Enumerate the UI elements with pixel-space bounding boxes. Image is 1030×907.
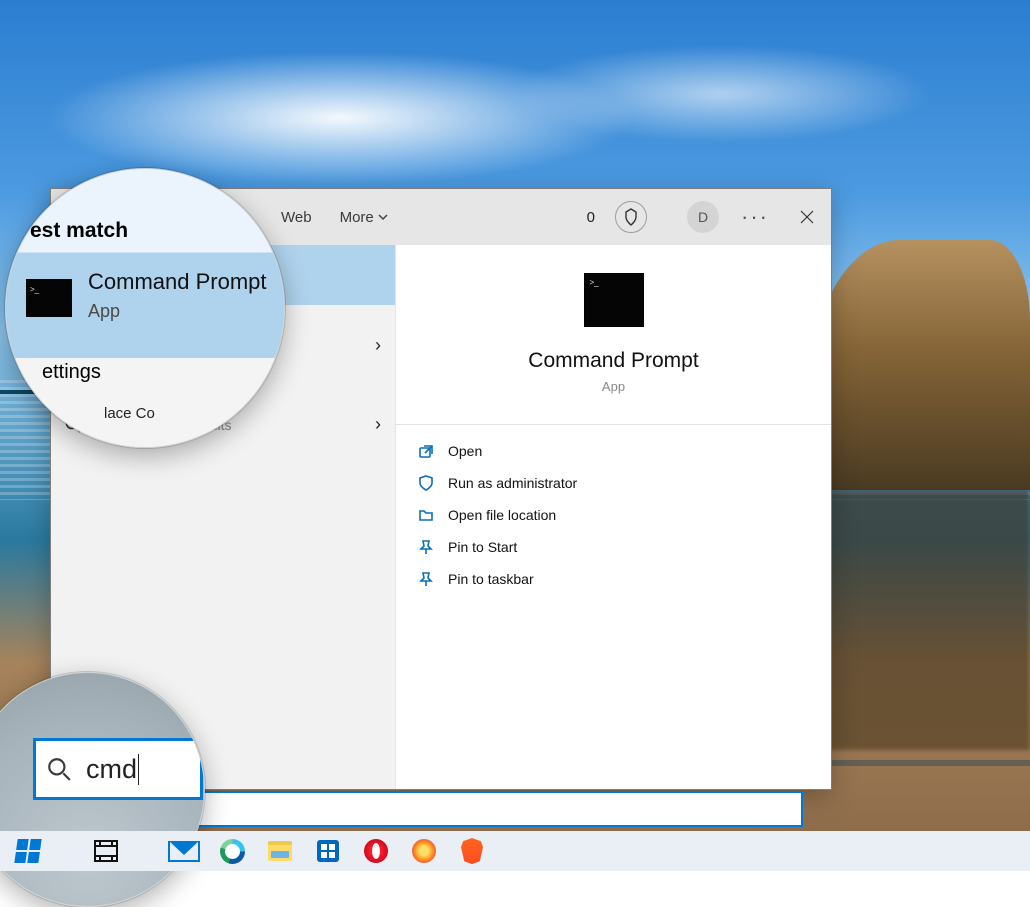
action-open-label: Open bbox=[448, 443, 482, 459]
badge-icon bbox=[624, 208, 638, 226]
mag-settings-fragment: lace Co bbox=[104, 405, 155, 422]
mag-best-match-heading: est match bbox=[30, 219, 128, 243]
preview-actions: Open Run as administrator Open file loca… bbox=[396, 431, 831, 599]
firefox-icon bbox=[412, 839, 436, 863]
avatar-initial: D bbox=[698, 209, 708, 225]
taskbar-mail[interactable] bbox=[160, 831, 208, 871]
mag-result-subtype: App bbox=[88, 301, 120, 322]
task-view-icon bbox=[91, 838, 121, 864]
taskbar-brave[interactable] bbox=[448, 831, 496, 871]
rewards-badge-button[interactable] bbox=[615, 201, 647, 233]
open-icon bbox=[418, 443, 434, 459]
magnifier-search-box: cmd bbox=[0, 672, 205, 907]
wallpaper-clouds bbox=[0, 30, 1030, 190]
action-pin-to-start[interactable]: Pin to Start bbox=[396, 531, 831, 563]
brave-icon bbox=[461, 838, 483, 864]
preview-header: Command Prompt App bbox=[396, 245, 831, 414]
edge-icon bbox=[220, 839, 245, 864]
mail-icon bbox=[167, 837, 201, 865]
wallpaper-reflection bbox=[810, 490, 1030, 750]
mag-search-query: cmd bbox=[86, 754, 139, 785]
action-open-file-location[interactable]: Open file location bbox=[396, 499, 831, 531]
taskbar-opera[interactable] bbox=[352, 831, 400, 871]
mag-search-input[interactable]: cmd bbox=[33, 738, 203, 800]
action-pin-start-label: Pin to Start bbox=[448, 539, 517, 555]
action-pin-to-taskbar[interactable]: Pin to taskbar bbox=[396, 563, 831, 595]
ms-store-icon bbox=[317, 840, 339, 862]
action-run-as-admin[interactable]: Run as administrator bbox=[396, 467, 831, 499]
mag-settings-heading: ettings bbox=[42, 361, 101, 384]
action-run-admin-label: Run as administrator bbox=[448, 475, 577, 491]
command-prompt-icon bbox=[26, 279, 72, 317]
command-prompt-icon bbox=[584, 273, 644, 327]
chevron-right-icon: › bbox=[375, 333, 381, 357]
taskbar-file-explorer[interactable] bbox=[256, 831, 304, 871]
search-icon bbox=[46, 756, 72, 782]
opera-icon bbox=[364, 839, 388, 863]
task-view-button[interactable] bbox=[82, 831, 130, 871]
tab-more-label: More bbox=[340, 209, 374, 226]
taskbar-search-input[interactable] bbox=[192, 791, 803, 827]
close-icon bbox=[800, 210, 814, 224]
taskbar-ms-store[interactable] bbox=[304, 831, 352, 871]
action-open[interactable]: Open bbox=[396, 435, 831, 467]
close-button[interactable] bbox=[791, 201, 823, 233]
taskbar-firefox[interactable] bbox=[400, 831, 448, 871]
action-pin-taskbar-label: Pin to taskbar bbox=[448, 571, 534, 587]
windows-logo-icon bbox=[14, 839, 41, 863]
taskbar bbox=[0, 831, 1030, 871]
magnifier-best-match: est match Command Prompt App ettings lac… bbox=[5, 168, 285, 448]
start-button[interactable] bbox=[4, 831, 52, 871]
pin-icon bbox=[418, 571, 434, 587]
action-open-location-label: Open file location bbox=[448, 507, 556, 523]
file-explorer-icon bbox=[268, 841, 292, 861]
mag-result-title: Command Prompt bbox=[88, 269, 267, 295]
chevron-down-icon bbox=[378, 214, 388, 220]
shield-icon bbox=[418, 475, 434, 491]
wallpaper-rock bbox=[810, 240, 1030, 490]
taskbar-edge[interactable] bbox=[208, 831, 256, 871]
preview-subtype: App bbox=[602, 379, 625, 394]
divider bbox=[396, 424, 831, 425]
preview-column: Command Prompt App Open Run as administr… bbox=[395, 245, 831, 789]
more-options-button[interactable]: ··· bbox=[735, 204, 775, 230]
pin-icon bbox=[418, 539, 434, 555]
chevron-right-icon: › bbox=[375, 414, 381, 435]
preview-title: Command Prompt bbox=[528, 349, 698, 373]
tab-more[interactable]: More bbox=[334, 203, 394, 232]
rewards-count: 0 bbox=[587, 209, 599, 226]
folder-icon bbox=[418, 507, 434, 523]
account-avatar[interactable]: D bbox=[687, 201, 719, 233]
